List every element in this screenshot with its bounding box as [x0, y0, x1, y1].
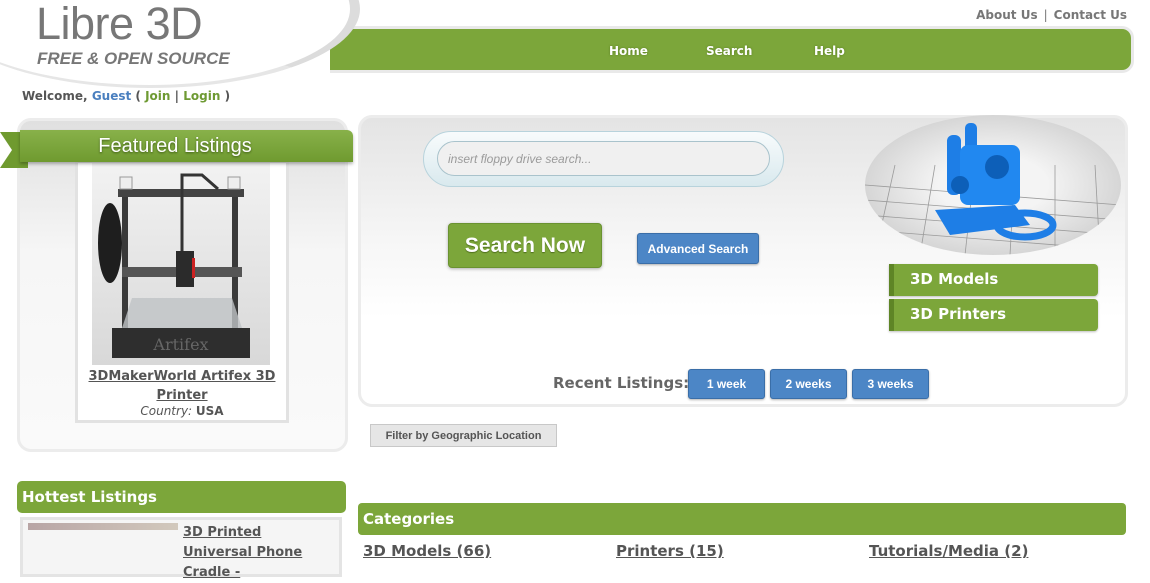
about-us-link[interactable]: About Us: [976, 8, 1037, 22]
join-link[interactable]: Join: [145, 89, 170, 103]
recent-2-weeks-button[interactable]: 2 weeks: [770, 369, 847, 399]
recent-1-week-button[interactable]: 1 week: [688, 369, 765, 399]
recent-3-weeks-button[interactable]: 3 weeks: [852, 369, 929, 399]
category-3d-models-link[interactable]: 3D Models (66): [363, 542, 491, 560]
category-printers-link[interactable]: Printers (15): [616, 542, 724, 560]
3d-model-illustration: [865, 123, 1121, 255]
login-link[interactable]: Login: [183, 89, 220, 103]
country-label: Country:: [140, 404, 193, 418]
contact-us-link[interactable]: Contact Us: [1054, 8, 1127, 22]
printer-brand-text: Artifex: [152, 335, 208, 354]
printer-illustration: Artifex: [98, 173, 250, 358]
nav-help[interactable]: Help: [814, 44, 845, 58]
top-links: About Us | Contact Us: [976, 8, 1127, 22]
hottest-listing-link[interactable]: 3D Printed Universal Phone Cradle -: [183, 523, 333, 583]
printer-image[interactable]: Artifex: [92, 163, 270, 365]
separator: |: [1043, 8, 1048, 22]
country-value: USA: [195, 404, 224, 418]
hottest-listings-header: Hottest Listings: [17, 481, 346, 513]
search-input[interactable]: [437, 141, 770, 176]
search-now-button[interactable]: Search Now: [448, 223, 602, 268]
featured-country: Country: USA: [78, 404, 286, 418]
paren: (: [135, 89, 141, 103]
geo-filter-button[interactable]: Filter by Geographic Location: [370, 424, 557, 447]
welcome-text: Welcome,: [22, 89, 88, 103]
categories-header: Categories: [358, 503, 1126, 535]
site-logo[interactable]: Libre 3D: [36, 0, 203, 50]
advanced-search-button[interactable]: Advanced Search: [637, 233, 759, 264]
welcome-bar: Welcome, Guest ( Join | Login ): [22, 89, 230, 103]
category-tutorials-media-link[interactable]: Tutorials/Media (2): [869, 542, 1028, 560]
featured-listing-link[interactable]: 3DMakerWorld Artifex 3D Printer: [78, 367, 286, 405]
main-nav-bar: Home Search Help: [330, 26, 1134, 73]
3d-models-button[interactable]: 3D Models: [889, 264, 1098, 296]
guest-link[interactable]: Guest: [92, 89, 131, 103]
nav-search[interactable]: Search: [706, 44, 752, 58]
hottest-listing-thumbnail[interactable]: [28, 523, 178, 530]
recent-listings-label: Recent Listings:: [553, 374, 690, 392]
site-tagline: FREE & OPEN SOURCE: [37, 49, 230, 68]
3d-model-image: [865, 115, 1121, 255]
paren: ): [224, 89, 231, 103]
3d-printers-button[interactable]: 3D Printers: [889, 299, 1098, 331]
featured-listings-title: Featured Listings: [98, 135, 252, 157]
nav-home[interactable]: Home: [609, 44, 648, 58]
separator: |: [174, 89, 180, 103]
